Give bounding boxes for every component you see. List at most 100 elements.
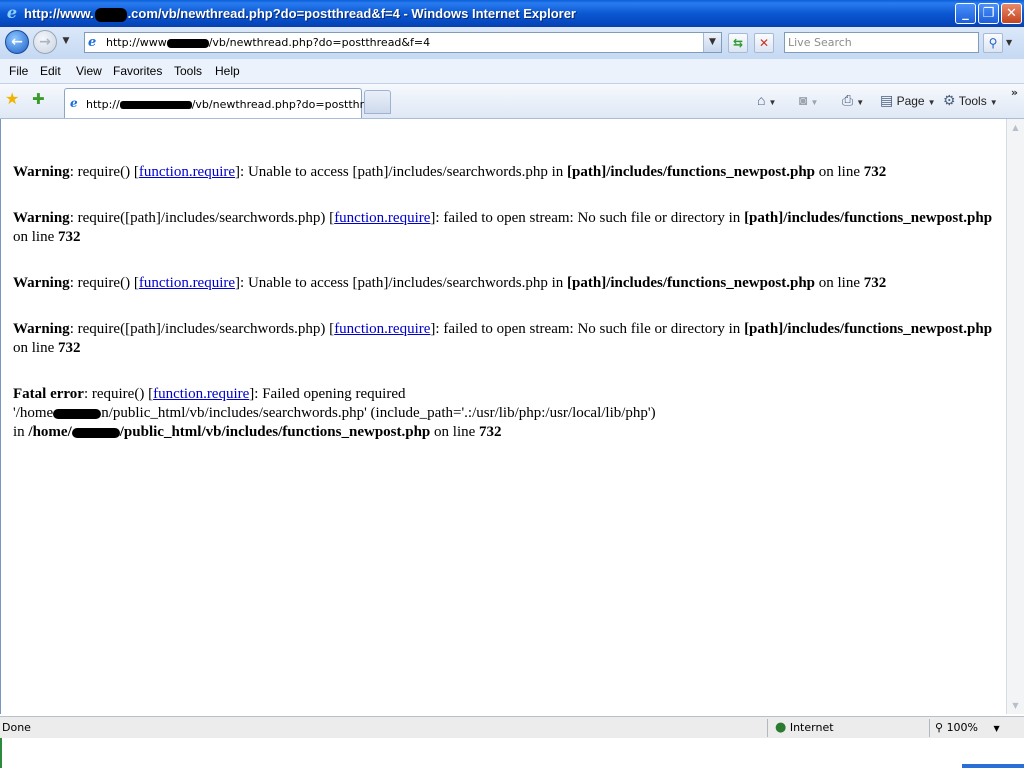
error-list: Warning: require() [function.require]: U…	[13, 163, 998, 469]
status-bar: Done ● Internet ⚲ 100% ▼	[0, 716, 1024, 739]
stop-button[interactable]: ✕	[754, 33, 774, 53]
page-icon: ▤	[880, 92, 894, 108]
refresh-button[interactable]: ⇆	[728, 33, 748, 53]
menu-help[interactable]: Help	[215, 65, 240, 78]
tab-current[interactable]: e http:// /vb/newthread.php?do=postthr...	[64, 88, 374, 118]
tools-menu-button[interactable]: ⚙ Tools ▼	[943, 93, 998, 110]
redaction-mark	[119, 101, 192, 109]
error-label: Warning	[13, 210, 70, 226]
fatal-error-message: Fatal error: require() [function.require…	[13, 385, 998, 442]
error-text: : require() [	[83, 386, 154, 402]
tools-menu-label: Tools	[958, 94, 987, 108]
redaction-mark	[71, 427, 120, 438]
address-url[interactable]: http://www/vb/newthread.php?do=postthrea…	[106, 36, 430, 49]
security-zone-label: Internet	[789, 721, 834, 734]
error-line-number: 732	[479, 424, 502, 440]
address-url-prefix: http://www	[106, 36, 167, 49]
menu-file[interactable]: File	[9, 65, 28, 78]
search-input[interactable]	[788, 34, 973, 51]
error-text: ]: failed to open stream: No such file o…	[430, 321, 745, 337]
forward-button[interactable]: →	[33, 30, 57, 54]
close-button[interactable]: ✕	[1001, 3, 1022, 24]
error-text: '/home	[13, 405, 54, 421]
search-icon: ⚲	[988, 36, 998, 50]
error-text: : require() [	[69, 164, 139, 180]
redaction-mark	[94, 7, 127, 22]
error-text: ]: Unable to access [path]/includes/sear…	[235, 275, 568, 291]
scroll-down-button[interactable]: ▼	[1008, 698, 1023, 713]
error-message: Warning: require() [function.require]: U…	[13, 163, 998, 182]
error-text: n/public_html/vb/includes/searchwords.ph…	[101, 405, 656, 421]
error-text: on line	[430, 424, 480, 440]
function-require-link[interactable]: function.require	[153, 386, 249, 402]
globe-icon: ●	[775, 720, 787, 735]
favorites-center-icon[interactable]: ★	[5, 91, 19, 107]
zoom-control[interactable]: ⚲ 100% ▼	[935, 721, 1000, 735]
error-label: Warning	[13, 275, 70, 291]
status-divider	[767, 719, 768, 737]
feeds-button[interactable]: ◙ ▼	[799, 93, 818, 110]
status-text: Done	[2, 721, 31, 734]
stop-icon: ✕	[758, 36, 770, 50]
desktop-edge	[0, 738, 2, 768]
menu-tools[interactable]: Tools	[174, 65, 202, 78]
error-text: on line	[815, 275, 864, 291]
error-file: [path]/includes/functions_newpost.php	[744, 321, 993, 337]
tab-bar: ★ ✚ e http:// /vb/newthread.php?do=postth…	[0, 84, 1024, 119]
error-line-number: 732	[58, 340, 81, 356]
vertical-scrollbar[interactable]: ▲ ▼	[1006, 119, 1024, 714]
gear-icon: ⚙	[943, 92, 956, 108]
new-tab-button[interactable]	[364, 90, 391, 114]
home-button[interactable]: ⌂ ▼	[757, 93, 776, 110]
search-options-dropdown[interactable]: ▼	[1006, 38, 1012, 47]
security-zone[interactable]: ● Internet	[775, 721, 834, 734]
function-require-link[interactable]: function.require	[334, 210, 430, 226]
error-text: : require() [	[69, 275, 139, 291]
search-box[interactable]	[784, 32, 979, 53]
error-message: Warning: require([path]/includes/searchw…	[13, 209, 998, 247]
minimize-button[interactable]: _	[955, 3, 976, 24]
menu-favorites[interactable]: Favorites	[113, 65, 162, 78]
page-icon: e	[70, 96, 78, 110]
error-file: [path]/includes/functions_newpost.php	[567, 164, 816, 180]
page-menu-button[interactable]: ▤ Page ▼	[880, 93, 936, 110]
tab-title: http:// /vb/newthread.php?do=postthr...	[86, 98, 374, 111]
add-to-favorites-icon[interactable]: ✚	[32, 91, 45, 107]
error-line-number: 732	[863, 164, 887, 180]
tab-title-suffix: /vb/newthread.php?do=postthr...	[191, 98, 374, 111]
title-bar[interactable]: e http://www. .com/vb/newthread.php?do=po…	[0, 0, 1024, 27]
search-button[interactable]: ⚲	[983, 33, 1003, 53]
error-text: on line	[815, 164, 864, 180]
function-require-link[interactable]: function.require	[139, 275, 235, 291]
menu-edit[interactable]: Edit	[40, 65, 61, 78]
address-bar[interactable]: e http://www/vb/newthread.php?do=postthr…	[84, 32, 722, 53]
menu-view[interactable]: View	[76, 65, 102, 78]
internet-explorer-icon[interactable]: e	[4, 5, 20, 21]
printer-icon: ⎙	[842, 92, 854, 108]
back-button[interactable]: ←	[5, 30, 29, 54]
error-label: Warning	[13, 321, 70, 337]
navigation-bar: ← → ▼ e http://www/vb/newthread.php?do=p…	[0, 27, 1024, 59]
error-message: Warning: require() [function.require]: U…	[13, 274, 998, 293]
error-file: [path]/includes/functions_newpost.php	[744, 210, 993, 226]
error-line-number: 732	[58, 229, 81, 245]
scroll-up-button[interactable]: ▲	[1008, 120, 1023, 135]
recent-pages-dropdown[interactable]: ▼	[60, 36, 72, 48]
maximize-button[interactable]: ❐	[978, 3, 999, 24]
taskbar-edge	[962, 764, 1024, 768]
tab-title-prefix: http://	[86, 98, 120, 111]
function-require-link[interactable]: function.require	[139, 164, 235, 180]
error-text: : require([path]/includes/searchwords.ph…	[69, 210, 335, 226]
status-divider	[929, 719, 930, 737]
function-require-link[interactable]: function.require	[334, 321, 430, 337]
print-button[interactable]: ⎙ ▼	[842, 93, 864, 110]
page-menu-label: Page	[896, 94, 925, 108]
error-text: ]: failed to open stream: No such file o…	[430, 210, 745, 226]
toolbar-overflow-button[interactable]: »	[1011, 87, 1018, 99]
window-title-prefix: http://www.	[24, 6, 94, 21]
address-dropdown-button[interactable]: ▼	[703, 33, 721, 52]
error-message: Warning: require([path]/includes/searchw…	[13, 320, 998, 358]
back-arrow-icon: ←	[11, 34, 23, 50]
window-title: http://www. .com/vb/newthread.php?do=post…	[24, 5, 576, 22]
error-text: in	[13, 424, 29, 440]
